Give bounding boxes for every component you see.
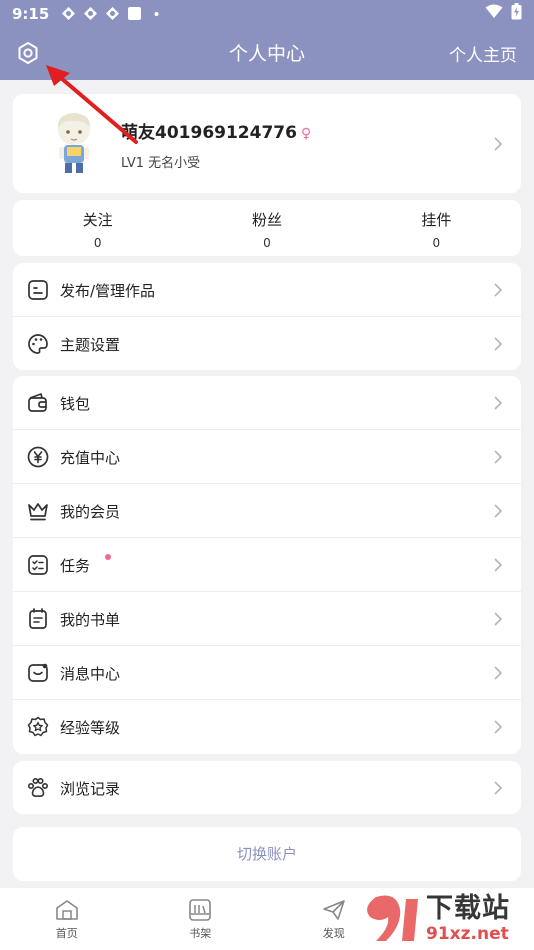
app-notification-icon	[105, 6, 120, 21]
stat-value: 0	[263, 236, 271, 250]
chevron-right-icon	[494, 450, 503, 464]
palette-icon	[28, 334, 48, 354]
chevron-right-icon	[494, 504, 503, 518]
menu-item-label: 充值中心	[60, 449, 121, 467]
user-level: LV1 无名小受	[121, 156, 201, 171]
crown-icon	[28, 503, 48, 521]
message-icon	[28, 663, 48, 682]
chevron-right-icon	[494, 558, 503, 572]
profile-card[interactable]: 萌友401969124776 ♀ LV1 无名小受	[13, 94, 521, 193]
menu-group-account: 钱包 充值中心 我的会员 任务 我的书单 消息中心 经验等级	[13, 376, 521, 754]
personal-homepage-link[interactable]: 个人主页	[449, 41, 517, 66]
menu-item-label: 任务	[60, 557, 91, 575]
watermark-title: 下载站	[426, 893, 510, 924]
paw-icon	[27, 777, 48, 797]
menu-item-label: 我的书单	[60, 611, 121, 629]
stat-fans[interactable]: 粉丝 0	[182, 200, 351, 256]
menu-item-label: 我的会员	[60, 503, 121, 521]
menu-item-label: 消息中心	[60, 665, 121, 683]
wallet-icon	[28, 393, 47, 412]
chevron-right-icon	[494, 337, 503, 351]
switch-account-button[interactable]: 切换账户	[13, 827, 521, 881]
chevron-right-icon	[494, 666, 503, 680]
publish-icon	[28, 280, 48, 300]
stat-label: 挂件	[421, 211, 452, 229]
status-time: 9:15	[12, 4, 50, 23]
menu-item-experience[interactable]: 经验等级	[13, 700, 521, 754]
task-icon	[28, 555, 48, 575]
chevron-right-icon	[494, 283, 503, 297]
chevron-right-icon	[494, 781, 503, 795]
menu-item-recharge[interactable]: 充值中心	[13, 430, 521, 484]
stat-pendants[interactable]: 挂件 0	[352, 200, 521, 256]
watermark-url: 91xz.net	[426, 924, 509, 944]
menu-item-booklist[interactable]: 我的书单	[13, 592, 521, 646]
chevron-right-icon	[494, 720, 503, 734]
app-header: 个人中心 个人主页	[0, 27, 534, 80]
chevron-right-icon	[494, 137, 503, 151]
menu-item-theme[interactable]: 主题设置	[13, 317, 521, 371]
stat-label: 粉丝	[251, 211, 282, 229]
tab-label: 书架	[189, 927, 212, 940]
menu-item-label: 发布/管理作品	[60, 282, 156, 300]
menu-group-works: 发布/管理作品 主题设置	[13, 263, 521, 370]
chevron-right-icon	[494, 396, 503, 410]
yuan-icon	[27, 446, 49, 468]
status-bar: 9:15	[0, 0, 534, 27]
username: 萌友401969124776 ♀	[121, 118, 311, 143]
paper-plane-icon	[322, 900, 345, 920]
watermark: 下载站 91xz.net	[356, 888, 534, 950]
menu-group-history: 浏览记录	[13, 761, 521, 814]
menu-item-tasks[interactable]: 任务	[13, 538, 521, 592]
tab-bookshelf[interactable]: 书架	[134, 888, 268, 950]
square-notification-icon	[127, 6, 142, 21]
app-notification-icon	[61, 6, 76, 21]
stat-value: 0	[93, 236, 102, 250]
menu-item-label: 主题设置	[60, 336, 121, 354]
avatar[interactable]	[43, 108, 105, 176]
app-notification-icon	[83, 6, 98, 21]
tab-label: 首页	[55, 927, 78, 940]
home-icon	[55, 900, 78, 920]
menu-item-label: 钱包	[60, 395, 91, 413]
menu-item-membership[interactable]: 我的会员	[13, 484, 521, 538]
username-text: 萌友401969124776	[121, 123, 297, 143]
menu-item-messages[interactable]: 消息中心	[13, 646, 521, 700]
menu-item-label: 浏览记录	[60, 780, 121, 798]
stat-value: 0	[432, 236, 441, 250]
menu-item-history[interactable]: 浏览记录	[13, 761, 521, 814]
wifi-icon	[485, 4, 503, 23]
stats-card: 关注 0 粉丝 0 挂件 0	[13, 200, 521, 256]
menu-item-wallet[interactable]: 钱包	[13, 376, 521, 430]
gender-female-icon: ♀	[300, 126, 312, 142]
star-badge-icon	[27, 716, 49, 737]
stat-label: 关注	[82, 211, 113, 229]
battery-icon	[511, 3, 522, 24]
menu-item-publish[interactable]: 发布/管理作品	[13, 263, 521, 317]
bookshelf-icon	[189, 899, 212, 921]
watermark-logo-icon	[367, 895, 418, 941]
stat-following[interactable]: 关注 0	[13, 200, 182, 256]
chevron-right-icon	[494, 612, 503, 626]
tab-home[interactable]: 首页	[0, 888, 134, 950]
task-badge-dot	[105, 554, 111, 560]
dot-icon	[149, 6, 164, 21]
booklist-icon	[29, 608, 47, 629]
menu-item-label: 经验等级	[60, 719, 121, 737]
